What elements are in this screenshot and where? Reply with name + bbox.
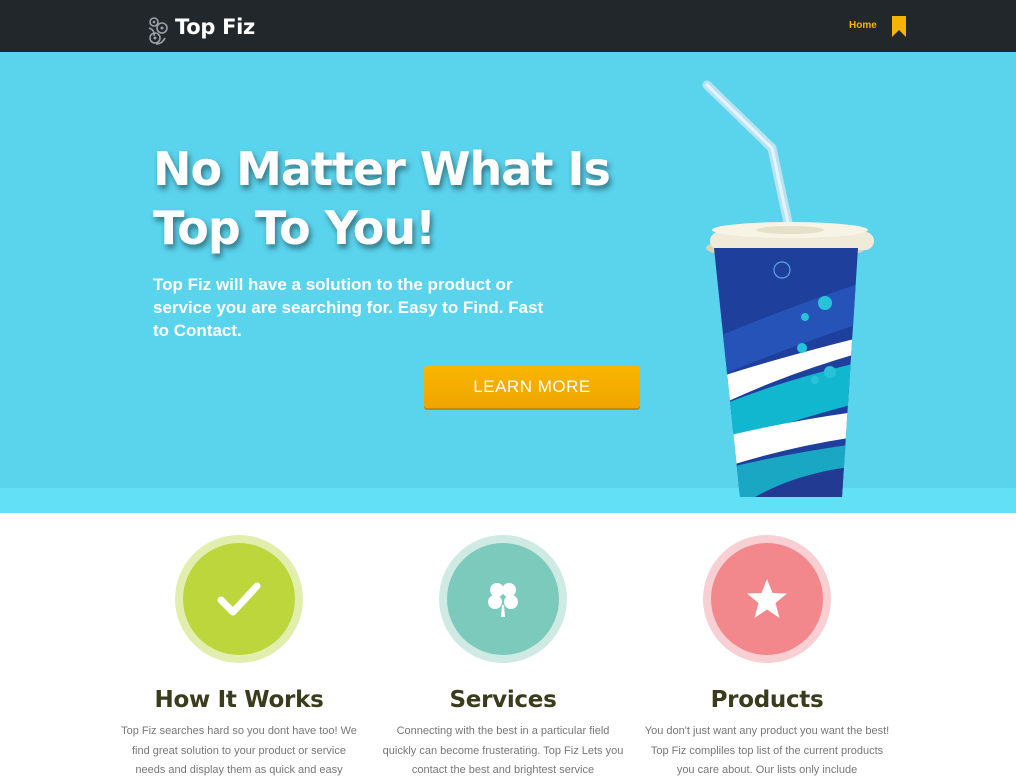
brand-name: Top Fiz xyxy=(175,15,255,39)
top-navigation-bar: Top Fiz Home xyxy=(0,0,1016,53)
feature-title: How It Works xyxy=(154,687,324,713)
hero-heading-line2: Top To You! xyxy=(153,201,436,255)
hero-subtitle: Top Fiz will have a solution to the prod… xyxy=(153,275,544,340)
feature-description: You don't just want any product you want… xyxy=(644,725,890,776)
feature-products: Products You don't just want any product… xyxy=(637,535,897,781)
feature-title: Services xyxy=(449,687,557,713)
feature-description: Top Fiz searches hard so you dont have t… xyxy=(121,725,357,776)
soda-cup-illustration xyxy=(702,80,874,497)
feature-services: Services Connecting with the best in a p… xyxy=(373,535,633,781)
learn-more-button[interactable]: LEARN MORE xyxy=(424,366,640,408)
feature-icon-ring xyxy=(703,535,831,663)
feature-how-it-works: How It Works Top Fiz searches hard so yo… xyxy=(109,535,369,781)
bookmark-icon[interactable] xyxy=(891,16,907,37)
brand-emblem-icon xyxy=(148,17,168,45)
clover-icon xyxy=(488,583,518,617)
star-icon xyxy=(747,579,787,618)
nav-link-home[interactable]: Home xyxy=(849,20,877,31)
feature-description: Connecting with the best in a particular… xyxy=(382,725,624,776)
feature-title: Products xyxy=(710,687,824,713)
feature-icon-ring xyxy=(175,535,303,663)
feature-icon-ring xyxy=(439,535,567,663)
hero-heading: No Matter What Is Top To You! xyxy=(153,140,613,258)
hero-heading-line1: No Matter What Is xyxy=(153,142,611,196)
brand-logo[interactable]: Top Fiz xyxy=(145,12,255,48)
checkmark-icon xyxy=(217,582,261,616)
